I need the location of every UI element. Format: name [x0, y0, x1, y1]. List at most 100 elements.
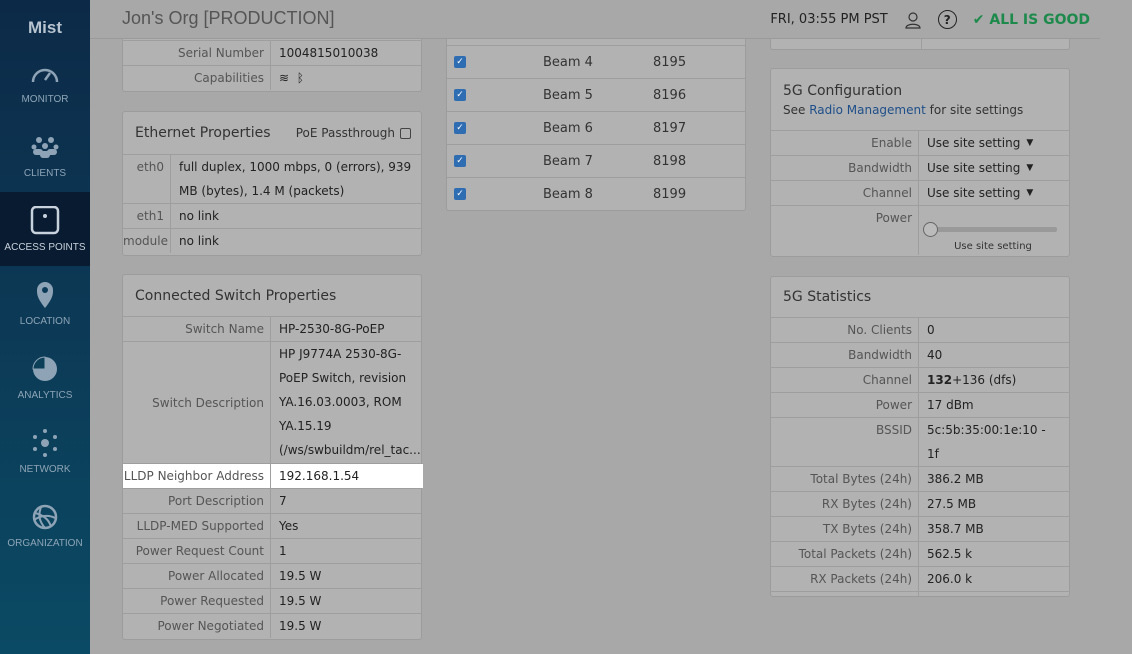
row-label: Power Negotiated	[123, 614, 271, 638]
globe-icon	[32, 504, 58, 529]
status-badge[interactable]: ✔ ALL IS GOOD	[973, 12, 1090, 28]
beam-checkbox[interactable]: ✓	[454, 155, 466, 167]
row-value: 19.5 W	[279, 619, 322, 633]
beam-checkbox[interactable]: ✓	[454, 56, 466, 68]
switch-description: HP J9774A 2530-8G-PoEP Switch, revision …	[279, 347, 421, 457]
stat-value: 5c:5b:35:00:1e:10 - 1f	[927, 423, 1046, 461]
suffix-text: for site settings	[929, 103, 1024, 117]
switch-name: HP-2530-8G-PoEP	[279, 322, 385, 336]
slider-handle[interactable]	[923, 222, 938, 237]
sidebar-item-label: ANALYTICS	[17, 389, 73, 401]
stat-label: Total Packets (24h)	[771, 542, 919, 566]
stat-value: 27.5 MB	[927, 497, 977, 511]
stat-row: Total Packets (24h) 562.5 k	[771, 541, 1069, 566]
sidebar-item-analytics[interactable]: ANALYTICS	[0, 340, 90, 414]
module-value: no link	[179, 234, 219, 248]
bluetooth-icon: ᛒ	[296, 71, 304, 85]
beam-row: ✓ Beam 4 8195	[447, 45, 745, 78]
power-caption: Use site setting	[954, 241, 1032, 252]
stat-label: BSSID	[771, 418, 919, 466]
row-label: Capabilities	[123, 66, 271, 90]
stat-label: TX Packets (24h)	[771, 592, 919, 596]
row-label: eth1	[123, 204, 171, 228]
stat-label: Power	[771, 393, 919, 417]
stat-label: Channel	[771, 368, 919, 392]
stat-value: 40	[927, 348, 943, 362]
beam-name: Beam 5	[543, 87, 593, 103]
beam-row: ✓ Beam 8 8199	[447, 177, 745, 210]
beam-id: 8198	[653, 153, 687, 169]
row-label: Power Requested	[123, 589, 271, 613]
stat-value: 0	[927, 323, 935, 337]
row-label: Port Description	[123, 489, 271, 513]
sidebar-item-access-points[interactable]: ACCESS POINTS	[0, 192, 90, 266]
lldp-neighbor-address: 192.168.1.54	[279, 469, 360, 483]
radio-management-link[interactable]: Radio Management	[809, 103, 926, 117]
beam-id: 8197	[653, 120, 687, 136]
poe-passthrough-checkbox[interactable]	[400, 127, 411, 139]
row-label: Power Allocated	[123, 564, 271, 588]
channel-select[interactable]: Use site setting ▼	[927, 181, 1033, 205]
stat-label: Bandwidth	[771, 343, 919, 367]
pie-chart-icon	[32, 355, 57, 381]
stat-label: No. Clients	[771, 318, 919, 342]
capabilities: ≋ ᛒ	[271, 66, 421, 90]
row-label: Enable	[771, 131, 919, 155]
beam-id: 8195	[653, 54, 687, 70]
enable-select[interactable]: Use site setting ▼	[927, 131, 1033, 155]
card-title: Ethernet Properties	[135, 125, 271, 141]
row-label: LLDP Neighbor Address	[123, 464, 271, 488]
serial-number: 1004815010038	[279, 46, 379, 60]
sidebar-item-organization[interactable]: ORGANIZATION	[0, 488, 90, 562]
row-label: Switch Description	[123, 342, 271, 463]
wifi-icon: ≋	[279, 71, 290, 85]
stat-value: 356.5 k	[919, 592, 1069, 596]
stat-value: 562.5 k	[927, 547, 973, 561]
stat-value: 358.7 MB	[927, 522, 984, 536]
stat-label: TX Bytes (24h)	[771, 517, 919, 541]
mist-logo[interactable]: Mist	[0, 0, 90, 44]
sidebar-item-network[interactable]: NETWORK	[0, 414, 90, 488]
beam-checkbox[interactable]: ✓	[454, 188, 466, 200]
sidebar-item-label: CLIENTS	[23, 167, 67, 179]
lldp-highlight-row: LLDP Neighbor Address 192.168.1.54	[123, 463, 423, 488]
check-icon: ✔	[972, 11, 990, 28]
network-icon	[33, 428, 57, 457]
beam-checkbox[interactable]: ✓	[454, 122, 466, 134]
eth1-value: no link	[179, 209, 219, 223]
stat-row: RX Bytes (24h) 27.5 MB	[771, 491, 1069, 516]
card-title: Connected Switch Properties	[135, 287, 337, 304]
stat-value: 17 dBm	[927, 398, 974, 412]
sidebar-item-label: LOCATION	[19, 315, 71, 327]
location-pin-icon	[37, 281, 53, 308]
stat-row: Total Bytes (24h) 386.2 MB	[771, 466, 1069, 491]
beams-table: ✓ Beam 4 8195 ✓ Beam 5 8196 ✓ Beam 6 8197 ✓ Beam 7…	[446, 39, 746, 211]
sidebar-item-label: MONITOR	[21, 93, 69, 105]
row-label: module	[123, 229, 171, 253]
sidebar-item-monitor[interactable]: MONITOR	[0, 44, 90, 118]
row-value: 1	[279, 544, 287, 558]
sidebar-item-clients[interactable]: CLIENTS	[0, 118, 90, 192]
stat-row: TX Packets (24h)356.5 k	[771, 591, 1069, 596]
beam-row: ✓ Beam 6 8197	[447, 111, 745, 144]
user-icon[interactable]	[904, 11, 922, 29]
stat-value: 386.2 MB	[927, 472, 984, 486]
select-value: Use site setting	[927, 136, 1021, 150]
sidebar-item-location[interactable]: LOCATION	[0, 266, 90, 340]
card-title: 5G Configuration	[783, 83, 903, 99]
beam-checkbox[interactable]: ✓	[454, 89, 466, 101]
power-slider[interactable]	[929, 227, 1057, 232]
caret-down-icon: ▼	[1026, 188, 1034, 198]
row-label: Serial Number	[123, 41, 271, 65]
sidebar: Mist MONITOR CLIENTS ACCESS POINTS LOCAT…	[0, 0, 90, 654]
row-value: 7	[279, 494, 287, 508]
clients-icon	[31, 136, 59, 158]
beam-row: ✓ Beam 5 8196	[447, 78, 745, 111]
access-point-icon	[30, 205, 60, 234]
bandwidth-select[interactable]: Use site setting ▼	[927, 156, 1033, 180]
stat-row: BSSID 5c:5b:35:00:1e:10 - 1f	[771, 417, 1069, 466]
poe-passthrough-label: PoE Passthrough	[295, 126, 395, 140]
help-icon[interactable]: ?	[937, 10, 957, 29]
card-title: 5G Statistics	[783, 289, 872, 305]
connected-switch-card: Connected Switch Properties Switch Name H…	[122, 274, 423, 640]
